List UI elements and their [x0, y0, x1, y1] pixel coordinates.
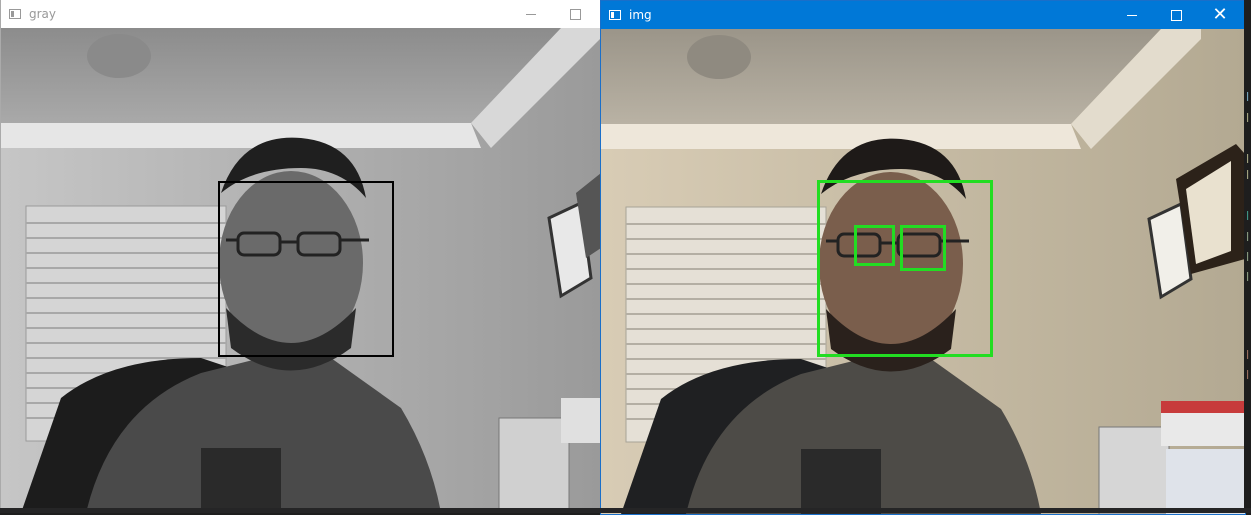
img-titlebar[interactable]: img ✕	[601, 1, 1245, 29]
img-window: img ✕	[600, 0, 1246, 515]
color-image	[601, 29, 1245, 514]
gray-window: gray	[0, 0, 601, 513]
background-statusbar	[0, 508, 1251, 513]
window-title: img	[629, 8, 652, 22]
app-icon	[9, 9, 21, 19]
maximize-button[interactable]	[552, 0, 598, 28]
close-icon[interactable]: ✕	[1197, 1, 1243, 29]
eye-detection-box-left	[854, 225, 895, 266]
app-icon	[609, 10, 621, 20]
window-title: gray	[29, 7, 57, 21]
eye-detection-box-right	[900, 225, 946, 271]
minimize-button[interactable]	[508, 0, 554, 28]
background-editor-edge: | | | | | | | | | |	[1244, 0, 1251, 513]
face-detection-box	[218, 181, 394, 357]
maximize-button[interactable]	[1153, 1, 1199, 29]
minimize-button[interactable]	[1109, 1, 1155, 29]
gray-image	[1, 28, 601, 513]
gray-titlebar[interactable]: gray	[1, 0, 601, 28]
